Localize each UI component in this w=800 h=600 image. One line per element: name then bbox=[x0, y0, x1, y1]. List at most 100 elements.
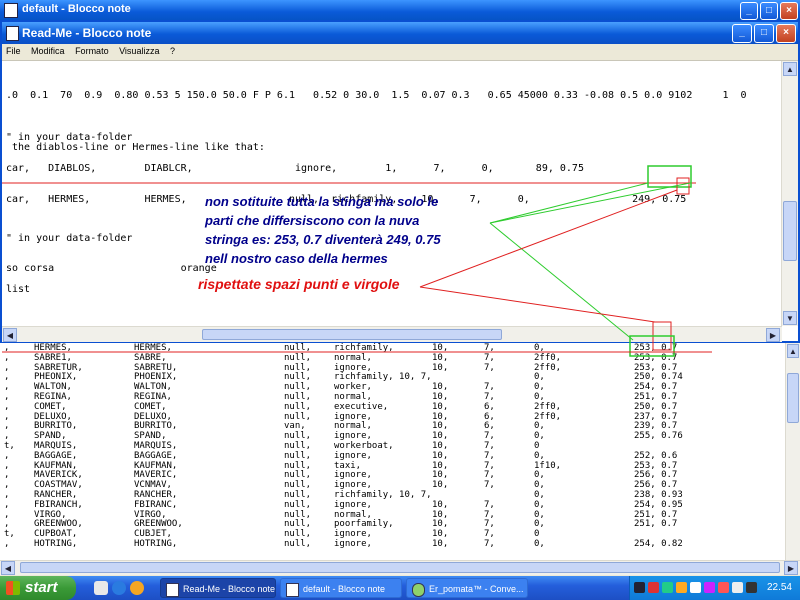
windows-logo-icon bbox=[6, 581, 20, 595]
scroll-up-icon[interactable]: ▲ bbox=[783, 62, 797, 76]
close-button[interactable]: × bbox=[780, 2, 798, 20]
notepad-icon bbox=[166, 583, 179, 597]
menu-help[interactable]: ? bbox=[166, 44, 179, 56]
editor-line: " in your data-folder bbox=[6, 233, 133, 244]
tray-app-icon[interactable] bbox=[704, 582, 715, 593]
scroll-thumb[interactable] bbox=[202, 329, 502, 340]
horizontal-scrollbar[interactable]: ◀ ▶ bbox=[2, 326, 782, 342]
task-read-me[interactable]: Read-Me - Blocco note bbox=[160, 578, 276, 598]
table-cell: richfamily, 10, 7, bbox=[334, 490, 432, 500]
horizontal-scrollbar[interactable]: ◀ ▶ bbox=[0, 560, 800, 575]
table-cell: SPAND, bbox=[134, 431, 167, 442]
table-cell: 256, 0.7 bbox=[634, 470, 678, 481]
menu-visualizza[interactable]: Visualizza bbox=[115, 44, 163, 56]
table-cell: 1f10, bbox=[534, 460, 562, 471]
scroll-up-icon[interactable]: ▲ bbox=[787, 344, 799, 358]
table-cell: null, bbox=[284, 372, 312, 383]
table-cell: CUBJET, bbox=[134, 529, 172, 540]
scroll-left-icon[interactable]: ◀ bbox=[3, 328, 17, 342]
start-button[interactable]: start bbox=[0, 576, 76, 600]
table-cell: , bbox=[4, 392, 10, 402]
table-cell: , bbox=[4, 401, 10, 412]
table-cell: BAGGAGE, bbox=[34, 450, 78, 461]
background-editor[interactable]: , HERMES, HERMES, null, richfamily, 10, 7, 0, 25… bbox=[0, 343, 786, 560]
maximize-button[interactable]: □ bbox=[754, 24, 774, 43]
menu-formato[interactable]: Formato bbox=[71, 44, 113, 56]
menu-modifica[interactable]: Modifica bbox=[27, 44, 69, 56]
media-player-icon[interactable] bbox=[130, 581, 144, 595]
volume-icon[interactable] bbox=[690, 582, 701, 593]
shield-icon[interactable] bbox=[648, 582, 659, 593]
table-cell: null, bbox=[284, 431, 312, 442]
table-cell: 10, bbox=[432, 509, 449, 520]
window-titlebar[interactable]: Read-Me - Blocco note _ □ × bbox=[2, 22, 798, 44]
scroll-down-icon[interactable]: ▼ bbox=[783, 311, 797, 325]
table-cell: , bbox=[4, 431, 10, 442]
scroll-right-icon[interactable]: ▶ bbox=[766, 328, 780, 342]
table-cell: FBIRANCH, bbox=[34, 499, 83, 510]
table-cell: WALTON, bbox=[34, 382, 72, 393]
scroll-left-icon[interactable]: ◀ bbox=[1, 561, 15, 575]
table-cell: ignore, bbox=[334, 470, 372, 481]
table-cell: 7, bbox=[484, 352, 495, 363]
task-default[interactable]: default - Blocco note bbox=[280, 578, 402, 598]
scroll-thumb[interactable] bbox=[783, 201, 797, 261]
messenger-tray-icon[interactable] bbox=[676, 582, 687, 593]
scroll-thumb[interactable] bbox=[787, 373, 799, 423]
table-cell: 6, bbox=[484, 401, 495, 412]
minimize-button[interactable]: _ bbox=[732, 24, 752, 43]
table-cell: HERMES, bbox=[134, 343, 172, 353]
table-cell: ignore, bbox=[334, 411, 372, 422]
system-tray: 22.54 bbox=[629, 576, 800, 600]
table-cell: HOTRING, bbox=[34, 539, 78, 549]
tray-app-icon[interactable] bbox=[732, 582, 743, 593]
table-cell: SABRE1, bbox=[34, 352, 72, 363]
read-me-window: Read-Me - Blocco note _ □ × File Modific… bbox=[0, 20, 800, 343]
table-cell: 10, bbox=[432, 450, 449, 461]
maximize-button[interactable]: □ bbox=[760, 2, 778, 20]
annotation-instructions: non sotituite tutta la stinga ma solo le… bbox=[205, 192, 495, 268]
table-cell: normal, bbox=[334, 421, 372, 432]
table-cell: BURRITO, bbox=[34, 421, 78, 432]
table-cell: null, bbox=[284, 401, 312, 412]
monitor-icon[interactable] bbox=[634, 582, 645, 593]
table-cell: , bbox=[4, 470, 10, 481]
table-cell: normal, bbox=[334, 352, 372, 363]
internet-explorer-icon[interactable] bbox=[112, 581, 126, 595]
minimize-button[interactable]: _ bbox=[740, 2, 758, 20]
show-desktop-icon[interactable] bbox=[94, 581, 108, 595]
vertical-scrollbar[interactable]: ▲ bbox=[785, 343, 800, 560]
background-window-titlebar[interactable]: default - Blocco note _ □ × bbox=[0, 0, 800, 20]
table-cell: 239, 0.7 bbox=[634, 421, 678, 432]
table-cell: null, bbox=[284, 499, 312, 510]
annotation-line: nell nostro caso della hermes bbox=[205, 251, 388, 266]
table-cell: 0, bbox=[534, 509, 545, 520]
table-cell: RANCHER, bbox=[134, 490, 178, 500]
table-cell: 250, 0.74 bbox=[634, 372, 683, 383]
table-cell: 10, bbox=[432, 460, 449, 471]
scroll-thumb[interactable] bbox=[20, 562, 780, 573]
network-icon[interactable] bbox=[662, 582, 673, 593]
table-cell: null, bbox=[284, 382, 312, 393]
table-cell: 254, 0.95 bbox=[634, 499, 683, 510]
table-cell: normal, bbox=[334, 392, 372, 402]
table-cell: SABRETU, bbox=[134, 362, 178, 373]
table-cell: 237, 0.7 bbox=[634, 411, 678, 422]
menu-file[interactable]: File bbox=[2, 44, 25, 56]
table-cell: 7, bbox=[484, 392, 495, 402]
table-cell: , bbox=[4, 519, 10, 530]
table-cell: KAUFMAN, bbox=[34, 460, 78, 471]
table-cell: , bbox=[4, 362, 10, 373]
scroll-right-icon[interactable]: ▶ bbox=[784, 561, 798, 575]
window-title: Read-Me - Blocco note bbox=[22, 26, 152, 40]
table-cell: 2ff0, bbox=[534, 401, 562, 412]
graphics-icon[interactable] bbox=[746, 582, 757, 593]
table-cell: null, bbox=[284, 362, 312, 373]
table-cell: 7, bbox=[484, 450, 495, 461]
antivirus-icon[interactable] bbox=[718, 582, 729, 593]
vertical-scrollbar[interactable]: ▲ ▼ bbox=[781, 61, 798, 326]
table-cell: 10, bbox=[432, 441, 449, 451]
task-conversation[interactable]: Er_pomata™ - Conve... bbox=[406, 578, 528, 598]
table-cell: , bbox=[4, 382, 10, 393]
close-button[interactable]: × bbox=[776, 24, 796, 43]
